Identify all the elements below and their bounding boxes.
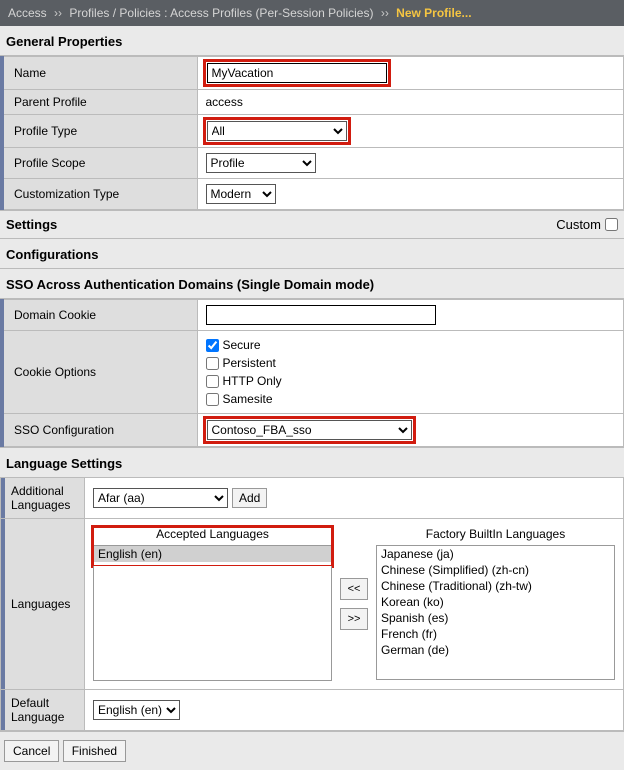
label-name: Name xyxy=(2,57,197,90)
label-cookie-options: Cookie Options xyxy=(2,331,197,414)
default-language-select[interactable]: English (en) xyxy=(93,700,180,720)
domain-cookie-input[interactable] xyxy=(206,305,436,325)
label-profile-scope: Profile Scope xyxy=(2,148,197,179)
additional-languages-row: Additional Languages Afar (aa) Add xyxy=(0,478,624,519)
highlight-sso-config: Contoso_FBA_sso xyxy=(206,419,413,441)
section-configurations: Configurations xyxy=(0,239,624,269)
highlight-accepted: Accepted Languages English (en) xyxy=(93,527,332,566)
cookie-options-group: Secure Persistent HTTP Only Samesite xyxy=(206,336,616,408)
list-item[interactable]: English (en) xyxy=(94,546,331,562)
chevron-icon: ›› xyxy=(381,6,389,20)
finished-button[interactable]: Finished xyxy=(63,740,126,762)
label-languages: Languages xyxy=(1,519,85,689)
breadcrumb-leaf: New Profile... xyxy=(396,6,471,20)
factory-languages-header: Factory BuiltIn Languages xyxy=(376,527,615,545)
footer-buttons: Cancel Finished xyxy=(0,731,624,770)
highlight-name xyxy=(206,62,388,84)
section-language-settings: Language Settings xyxy=(0,447,624,478)
httponly-checkbox[interactable] xyxy=(206,375,219,388)
add-language-button[interactable]: Add xyxy=(232,488,267,508)
factory-languages-column: Factory BuiltIn Languages Japanese (ja) … xyxy=(376,527,615,681)
breadcrumb-mid[interactable]: Profiles / Policies : Access Profiles (P… xyxy=(69,6,373,20)
customization-type-select[interactable]: Modern xyxy=(206,184,276,204)
breadcrumb-root[interactable]: Access xyxy=(8,6,47,20)
label-additional-languages: Additional Languages xyxy=(1,478,85,518)
label-profile-type: Profile Type xyxy=(2,115,197,148)
label-customization-type: Customization Type xyxy=(2,179,197,210)
persistent-checkbox[interactable] xyxy=(206,357,219,370)
language-move-buttons: << >> xyxy=(338,578,370,630)
name-input[interactable] xyxy=(207,63,387,83)
languages-row: Languages Accepted Languages English (en… xyxy=(0,519,624,690)
profile-type-select[interactable]: All xyxy=(207,121,347,141)
sso-table: Domain Cookie Cookie Options Secure Pers… xyxy=(0,299,624,447)
label-parent-profile: Parent Profile xyxy=(2,90,197,115)
accepted-languages-column: Accepted Languages English (en) xyxy=(93,527,332,681)
move-right-button[interactable]: >> xyxy=(340,608,368,630)
secure-checkbox[interactable] xyxy=(206,339,219,352)
label-sso-configuration: SSO Configuration xyxy=(2,414,197,447)
accepted-languages-header: Accepted Languages xyxy=(93,527,332,545)
section-settings: Settings Custom xyxy=(0,210,624,239)
list-item[interactable]: Japanese (ja) xyxy=(377,546,614,562)
section-general-properties: General Properties xyxy=(0,26,624,56)
list-item[interactable]: Korean (ko) xyxy=(377,594,614,610)
sso-configuration-select[interactable]: Contoso_FBA_sso xyxy=(207,420,412,440)
highlight-profile-type: All xyxy=(206,120,348,142)
cancel-button[interactable]: Cancel xyxy=(4,740,59,762)
list-item[interactable]: German (de) xyxy=(377,642,614,658)
label-domain-cookie: Domain Cookie xyxy=(2,300,197,331)
custom-checkbox[interactable] xyxy=(605,218,618,231)
accepted-languages-listbox[interactable] xyxy=(93,566,332,681)
list-item[interactable]: Chinese (Traditional) (zh-tw) xyxy=(377,578,614,594)
chevron-icon: ›› xyxy=(54,6,62,20)
parent-profile-value: access xyxy=(197,90,624,115)
settings-title: Settings xyxy=(6,217,57,232)
list-item[interactable]: French (fr) xyxy=(377,626,614,642)
factory-languages-listbox[interactable]: Japanese (ja) Chinese (Simplified) (zh-c… xyxy=(376,545,615,680)
samesite-label: Samesite xyxy=(223,390,273,408)
profile-scope-select[interactable]: Profile xyxy=(206,153,316,173)
custom-label: Custom xyxy=(556,217,601,232)
httponly-label: HTTP Only xyxy=(223,372,282,390)
move-left-button[interactable]: << xyxy=(340,578,368,600)
general-properties-table: Name Parent Profile access Profile Type … xyxy=(0,56,624,210)
list-item[interactable]: Chinese (Simplified) (zh-cn) xyxy=(377,562,614,578)
persistent-label: Persistent xyxy=(223,354,276,372)
samesite-checkbox[interactable] xyxy=(206,393,219,406)
additional-languages-select[interactable]: Afar (aa) xyxy=(93,488,228,508)
label-default-language: Default Language xyxy=(1,690,85,730)
secure-label: Secure xyxy=(223,336,261,354)
list-item[interactable]: Spanish (es) xyxy=(377,610,614,626)
breadcrumb: Access ›› Profiles / Policies : Access P… xyxy=(0,0,624,26)
section-sso-header: SSO Across Authentication Domains (Singl… xyxy=(0,269,624,299)
default-language-row: Default Language English (en) xyxy=(0,690,624,731)
